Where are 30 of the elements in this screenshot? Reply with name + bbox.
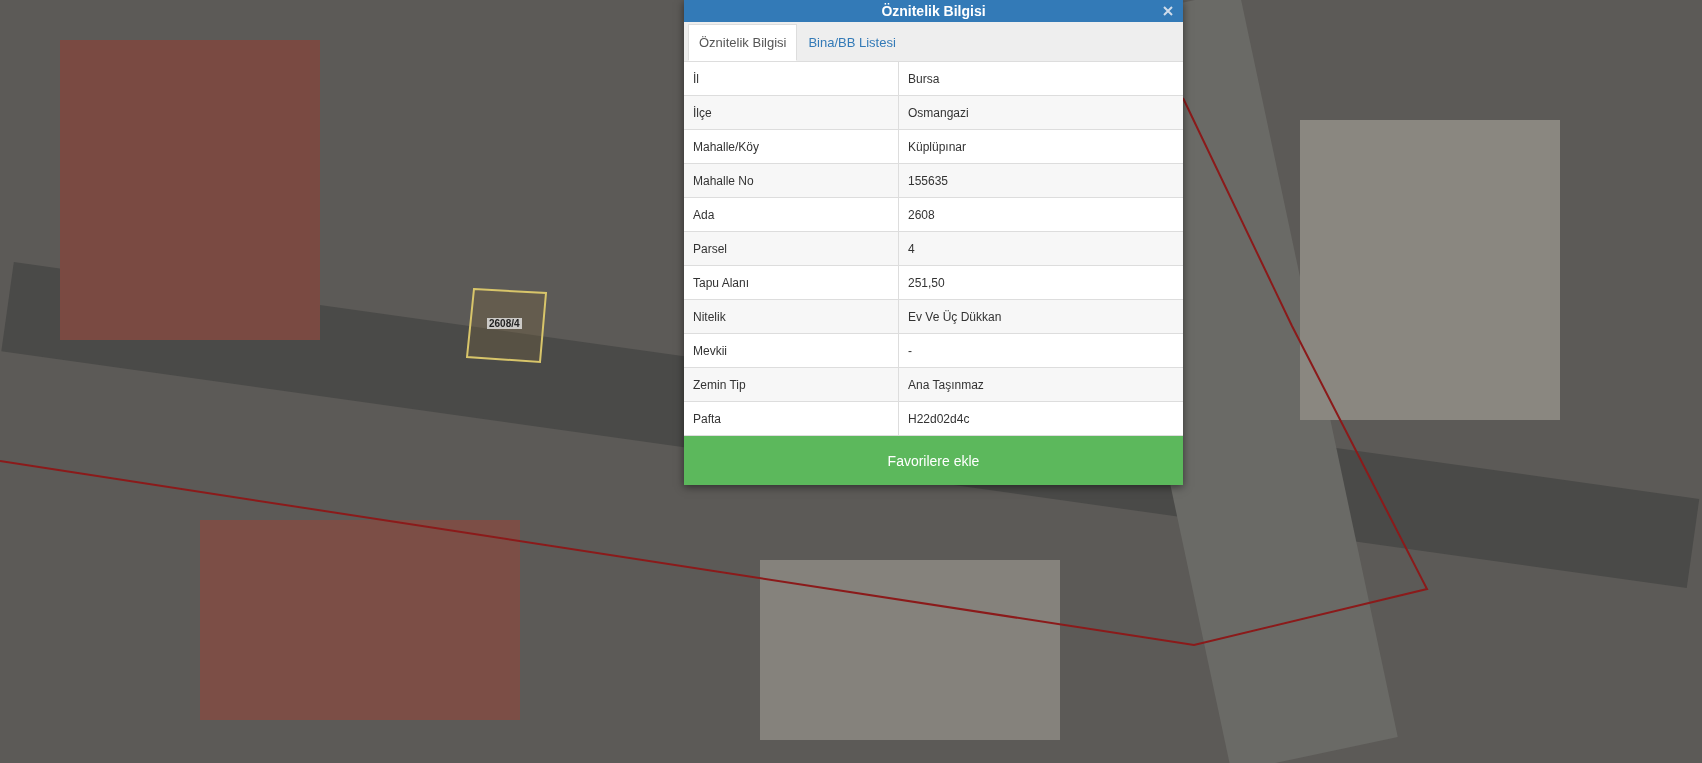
parcel-label: 2608/4 — [487, 318, 522, 329]
attribute-value: Küplüpınar — [907, 138, 968, 156]
close-icon — [1162, 5, 1174, 17]
attribute-name: Nitelik — [684, 300, 899, 333]
attribute-name: Zemin Tip — [684, 368, 899, 401]
attribute-name: Mahalle No — [684, 164, 899, 197]
parcel-outline[interactable] — [466, 288, 548, 364]
attribute-value: Ev Ve Üç Dükkan — [907, 308, 1003, 326]
attribute-value: 155635 — [907, 172, 950, 190]
attribute-value: H22d02d4c — [907, 410, 971, 428]
attribute-name: Tapu Alanı — [684, 266, 899, 299]
attribute-name: Ada — [684, 198, 899, 231]
attribute-value: Osmangazi — [907, 104, 970, 122]
attribute-value: 2608 — [907, 206, 936, 224]
close-button[interactable] — [1161, 4, 1175, 18]
attribute-name: Mahalle/Köy — [684, 130, 899, 163]
attribute-value: 251,50 — [907, 274, 946, 292]
panel-title: Öznitelik Bilgisi — [881, 3, 986, 19]
attribute-name: İlçe — [684, 96, 899, 129]
add-favorites-button[interactable]: Favorilere ekle — [684, 436, 1183, 485]
tab[interactable]: Öznitelik Bilgisi — [688, 24, 798, 61]
tab[interactable]: Bina/BB Listesi — [797, 24, 907, 61]
attribute-name: Mevkii — [684, 334, 899, 367]
attribute-name: İl — [684, 62, 899, 95]
attribute-value: 4 — [907, 240, 916, 258]
attribute-name: Parsel — [684, 232, 899, 265]
attribute-value: Bursa — [907, 70, 941, 88]
attribute-name: Pafta — [684, 402, 899, 435]
attribute-value: Ana Taşınmaz — [907, 376, 985, 394]
attribute-value: - — [907, 342, 913, 360]
